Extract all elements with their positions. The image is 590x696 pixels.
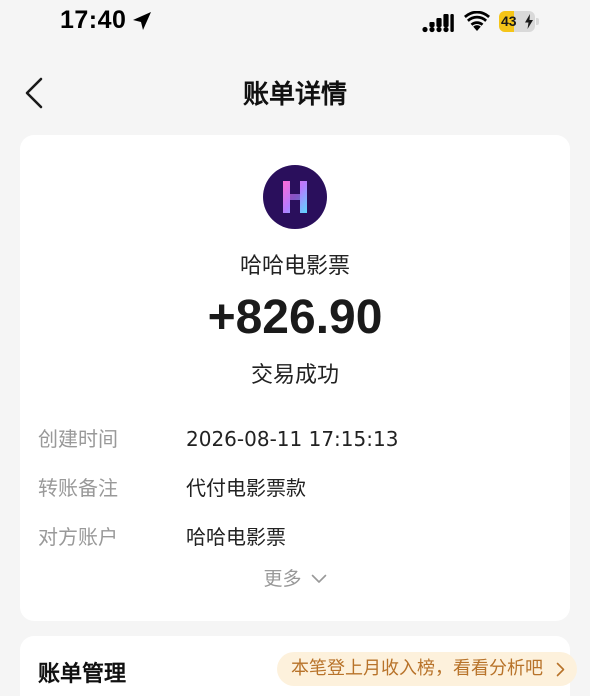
transaction-status: 交易成功 (250, 363, 339, 388)
detail-value: 哈哈电影票 (186, 525, 286, 549)
detail-value: 代付电影票款 (186, 476, 306, 500)
detail-label: 转账备注 (38, 476, 118, 500)
page-title: 账单详情 (242, 80, 347, 110)
merchant-name: 哈哈电影票 (239, 254, 350, 279)
detail-value: 2026-08-11 17:15:13 (186, 427, 399, 451)
wifi-icon (464, 11, 490, 31)
detail-row-counterparty: 对方账户 哈哈电影票 (38, 521, 552, 553)
promo-text: 本笔登上月收入榜，看看分析吧 (291, 658, 543, 679)
more-label: 更多 (263, 568, 302, 590)
detail-label: 对方账户 (38, 525, 118, 549)
location-arrow-icon (133, 12, 151, 30)
detail-row-remark: 转账备注 代付电影票款 (38, 472, 552, 504)
more-button[interactable]: 更多 (20, 563, 570, 595)
merchant-logo (263, 165, 327, 229)
charging-bolt-icon (525, 14, 533, 29)
transaction-amount: +826.90 (207, 291, 383, 344)
status-bar: 17:40 43 (0, 0, 590, 46)
chevron-down-icon (311, 574, 326, 583)
battery-indicator: 43 (499, 11, 539, 32)
nav-bar: 账单详情 (0, 62, 590, 122)
status-time: 17:40 (60, 6, 127, 34)
merchant-h-logo-icon (283, 181, 307, 213)
battery-cap (536, 18, 539, 25)
detail-row-created-time: 创建时间 2026-08-11 17:15:13 (38, 423, 552, 455)
detail-label: 创建时间 (38, 427, 118, 451)
bill-detail-card: 哈哈电影票 +826.90 交易成功 创建时间 2026-08-11 17:15… (20, 135, 570, 621)
income-ranking-promo[interactable]: 本笔登上月收入榜，看看分析吧 (277, 652, 577, 686)
bill-management-card: 账单管理 本笔登上月收入榜，看看分析吧 (20, 636, 577, 696)
chevron-right-icon (556, 662, 565, 677)
section-title: 账单管理 (38, 662, 127, 687)
cellular-signal-icon (422, 14, 454, 33)
